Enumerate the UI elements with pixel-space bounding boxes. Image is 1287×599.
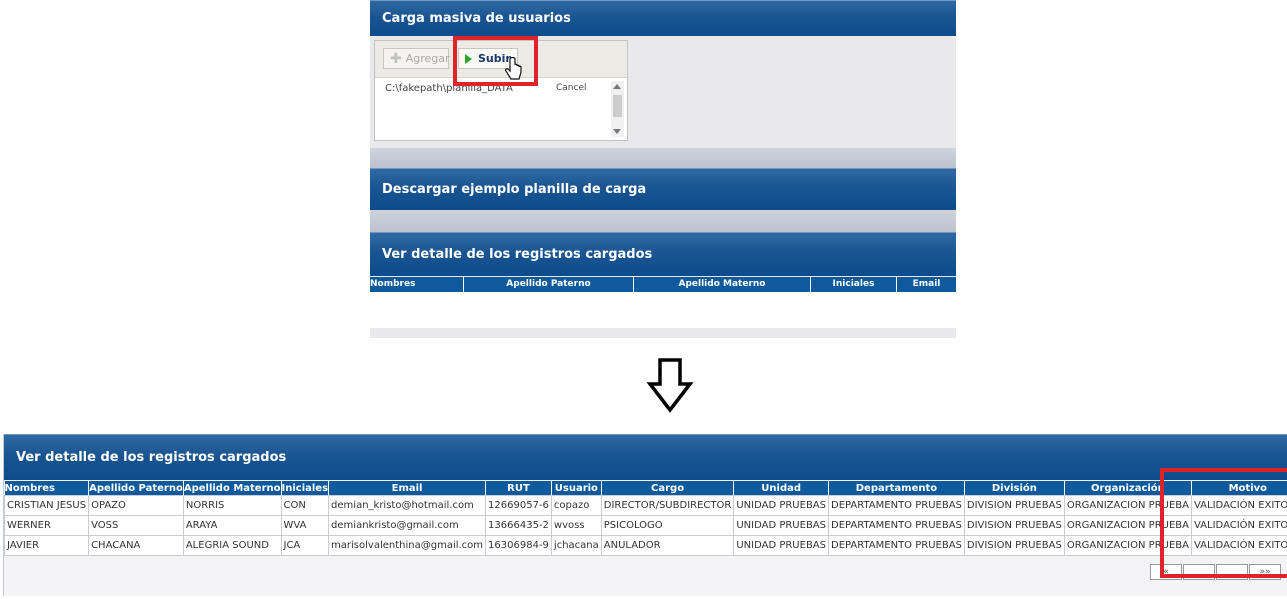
hand-cursor-icon [505, 57, 522, 80]
agregar-label: Agregar [405, 52, 450, 65]
upload-panel: Carga masiva de usuarios ✚ Agregar Subir… [370, 0, 956, 338]
cancel-link[interactable]: Cancel [556, 83, 587, 93]
cell-nombres: JAVIER [4, 535, 90, 556]
cell-division: DIVISION PRUEBAS [963, 535, 1065, 556]
cell-nombres: CRISTIAN JESUS [4, 495, 90, 516]
cell-apellido-materno: NORRIS [182, 495, 282, 516]
cell-email: demian_kristo@hotmail.com [328, 495, 487, 516]
col-departamento[interactable]: Departamento [828, 481, 965, 496]
cell-unidad: UNIDAD PRUEBAS [733, 535, 829, 556]
scroll-thumb[interactable] [613, 95, 622, 117]
separator-band [370, 148, 956, 168]
detail-table-header: Nombres Apellido Paterno Apellido Matern… [370, 277, 956, 292]
cell-cargo: PSICOLOGO [600, 515, 735, 536]
motivo-highlight-box [1160, 468, 1287, 578]
col-unidad[interactable]: Unidad [733, 481, 829, 496]
col-division[interactable]: División [964, 481, 1065, 496]
cell-apellido-paterno: OPAZO [88, 495, 184, 516]
table-row[interactable]: WERNER VOSS ARAYA WVA demiankristo@gmail… [4, 515, 1287, 536]
cell-rut: 12669057-6 [485, 495, 552, 516]
cell-division: DIVISION PRUEBAS [963, 495, 1065, 516]
download-section-title[interactable]: Descargar ejemplo planilla de carga [382, 182, 646, 197]
col-iniciales[interactable]: Iniciales [811, 277, 897, 292]
subir-highlight-box [453, 36, 538, 86]
cell-apellido-materno: ARAYA [182, 515, 282, 536]
col-usuario[interactable]: Usuario [551, 481, 602, 496]
scroll-down-icon[interactable] [613, 129, 621, 134]
col-apellido-materno[interactable]: Apellido Materno [183, 481, 282, 496]
cell-iniciales: WVA [280, 515, 330, 536]
detail-table-body [370, 292, 956, 328]
file-list-scrollbar[interactable] [611, 81, 624, 137]
agregar-button[interactable]: ✚ Agregar [383, 48, 450, 69]
down-arrow-icon [646, 358, 694, 413]
cell-nombres: WERNER [4, 515, 90, 536]
table-row[interactable]: JAVIER CHACANA ALEGRIA SOUND JCA marisol… [4, 535, 1287, 556]
cell-departamento: DEPARTAMENTO PRUEBAS [828, 495, 965, 516]
table-row[interactable]: CRISTIAN JESUS OPAZO NORRIS CON demian_k… [4, 495, 1287, 516]
cell-apellido-paterno: VOSS [88, 515, 184, 536]
cell-apellido-materno: ALEGRIA SOUND [182, 535, 282, 556]
col-email[interactable]: Email [328, 481, 487, 496]
records-table: Nombres Apellido Paterno Apellido Matern… [4, 481, 1287, 556]
plus-icon: ✚ [390, 50, 402, 67]
cell-email: demiankristo@gmail.com [328, 515, 487, 536]
cell-rut: 13666435-2 [485, 515, 552, 536]
cell-division: DIVISION PRUEBAS [963, 515, 1065, 536]
cell-apellido-paterno: CHACANA [88, 535, 184, 556]
col-nombres[interactable]: Nombres [4, 481, 90, 496]
col-cargo[interactable]: Cargo [601, 481, 735, 496]
detail-section-title: Ver detalle de los registros cargados [382, 247, 653, 262]
records-table-header: Nombres Apellido Paterno Apellido Matern… [4, 481, 1287, 496]
cell-cargo: ANULADOR [600, 535, 735, 556]
cell-unidad: UNIDAD PRUEBAS [733, 515, 829, 536]
cell-departamento: DEPARTAMENTO PRUEBAS [828, 515, 965, 536]
cell-iniciales: JCA [280, 535, 330, 556]
bottom-detail-section-header: Ver detalle de los registros cargados [4, 434, 1287, 480]
cell-unidad: UNIDAD PRUEBAS [733, 495, 829, 516]
separator-band [370, 210, 956, 232]
cell-cargo: DIRECTOR/SUBDIRECTOR [600, 495, 735, 516]
cell-usuario: copazo [550, 495, 602, 516]
download-section-header[interactable]: Descargar ejemplo planilla de carga [370, 168, 956, 210]
cell-email: marisolvalenthina@gmail.com [328, 535, 487, 556]
col-iniciales[interactable]: Iniciales [281, 481, 330, 496]
col-apellido-paterno[interactable]: Apellido Paterno [464, 277, 634, 292]
col-rut[interactable]: RUT [485, 481, 552, 496]
cell-iniciales: CON [280, 495, 330, 516]
cell-usuario: wvoss [550, 515, 602, 536]
scroll-up-icon[interactable] [613, 84, 621, 89]
upload-section-title: Carga masiva de usuarios [382, 11, 571, 26]
cell-rut: 16306984-9 [485, 535, 552, 556]
col-apellido-paterno[interactable]: Apellido Paterno [88, 481, 184, 496]
col-nombres[interactable]: Nombres [370, 277, 464, 292]
detail-section-header: Ver detalle de los registros cargados [370, 232, 956, 276]
col-email[interactable]: Email [897, 277, 956, 292]
cell-departamento: DEPARTAMENTO PRUEBAS [828, 535, 965, 556]
bottom-detail-section-title: Ver detalle de los registros cargados [16, 450, 287, 465]
upload-section-header: Carga masiva de usuarios [370, 0, 956, 36]
cell-usuario: jchacana [550, 535, 602, 556]
detail-panel: Ver detalle de los registros cargados No… [3, 434, 1287, 596]
col-apellido-materno[interactable]: Apellido Materno [634, 277, 811, 292]
